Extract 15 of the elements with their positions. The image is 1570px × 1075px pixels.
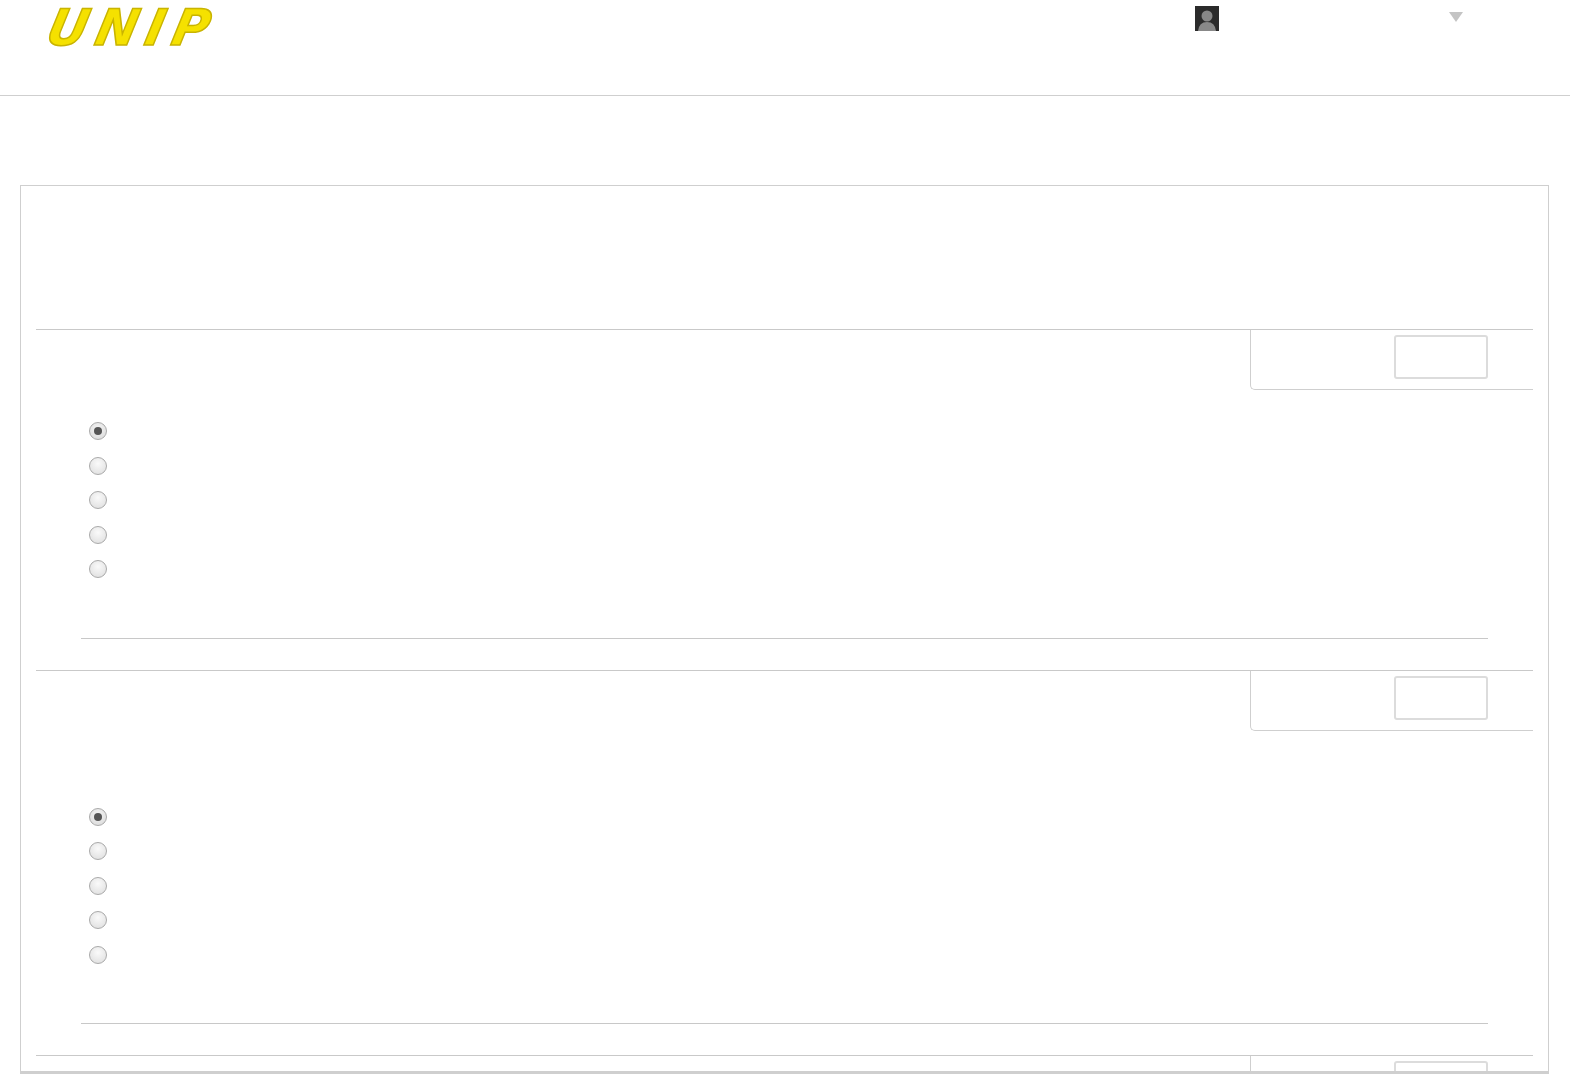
radio-button[interactable]: [89, 876, 107, 895]
radio-button[interactable]: [89, 807, 107, 826]
radio-button[interactable]: [89, 911, 107, 930]
radio-button[interactable]: [89, 945, 107, 964]
avatar-icon[interactable]: [1195, 6, 1219, 31]
radio-button[interactable]: [89, 456, 107, 475]
caret-icon[interactable]: [1449, 12, 1463, 22]
logo[interactable]: UNIP: [42, 3, 223, 53]
score-field[interactable]: [1394, 675, 1488, 720]
score-field[interactable]: [1394, 335, 1488, 379]
radio-button[interactable]: [89, 560, 107, 579]
radio-button[interactable]: [89, 842, 107, 861]
radio-button[interactable]: [89, 422, 107, 441]
radio-button[interactable]: [89, 525, 107, 544]
radio-button[interactable]: [89, 491, 107, 510]
